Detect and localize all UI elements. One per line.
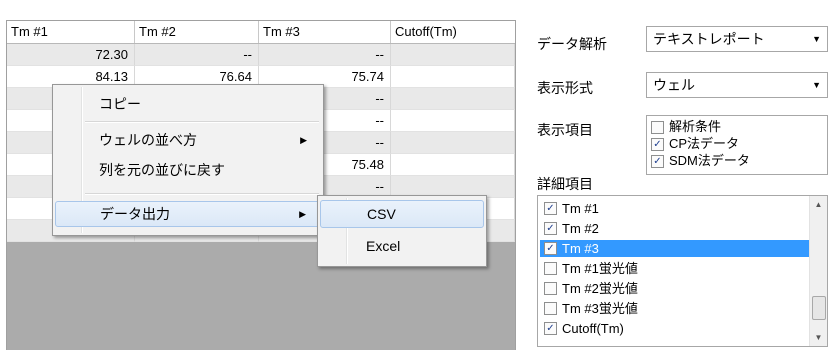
menu-item-label: コピー	[99, 96, 141, 112]
grid-empty-area	[7, 264, 515, 350]
table-row[interactable]: 72.30 -- --	[7, 44, 515, 66]
unchecked-box-icon[interactable]	[544, 282, 557, 295]
checkbox-label: CP法データ	[669, 136, 740, 151]
cell	[391, 88, 515, 110]
menu-item-label: ウェルの並べ方	[99, 132, 197, 148]
grid-header: Tm #1 Tm #2 Tm #3 Cutoff(Tm)	[7, 21, 515, 44]
format-value: ウェル	[653, 77, 695, 93]
cell: --	[135, 44, 259, 66]
list-item-label: Tm #1	[562, 201, 599, 216]
menu-item-reset-columns[interactable]: 列を元の並びに戻す	[55, 157, 321, 183]
list-item[interactable]: Tm #1蛍光値	[540, 260, 809, 277]
cell	[391, 66, 515, 88]
menu-separator	[85, 121, 319, 123]
format-dropdown[interactable]: ウェル ▼	[646, 72, 828, 98]
list-item-label: Cutoff(Tm)	[562, 321, 624, 336]
cell	[391, 44, 515, 66]
detail-items-list[interactable]: ✓ Tm #1 ✓ Tm #2 ✓ Tm #3 Tm #1蛍光値 Tm #2蛍光…	[537, 195, 828, 347]
vertical-scrollbar[interactable]: ▲ ▼	[809, 196, 827, 346]
list-item-label: Tm #2	[562, 221, 599, 236]
display-items-group: 解析条件 ✓ CP法データ ✓ SDM法データ	[646, 115, 828, 175]
menu-item-csv[interactable]: CSV	[320, 200, 484, 228]
checkmark-icon[interactable]: ✓	[544, 222, 557, 235]
checkbox-label: SDM法データ	[669, 153, 750, 168]
checkbox-analysis-conditions[interactable]: 解析条件	[651, 119, 721, 135]
checkmark-icon[interactable]: ✓	[544, 322, 557, 335]
checkbox-sdm-data[interactable]: ✓ SDM法データ	[651, 153, 750, 169]
column-header-tm1[interactable]: Tm #1	[7, 21, 135, 43]
list-item[interactable]: Tm #3蛍光値	[540, 300, 809, 317]
checkbox-label: 解析条件	[669, 119, 722, 134]
column-header-tm2[interactable]: Tm #2	[135, 21, 259, 43]
checkbox-cp-data[interactable]: ✓ CP法データ	[651, 136, 739, 152]
menu-item-label: 列を元の並びに戻す	[99, 162, 225, 178]
checkmark-icon[interactable]: ✓	[544, 242, 557, 255]
column-header-cutoff[interactable]: Cutoff(Tm)	[391, 21, 515, 43]
checkmark-icon: ✓	[651, 155, 664, 168]
cell: 72.30	[7, 44, 135, 66]
display-items-label: 表示項目	[537, 122, 593, 138]
scroll-up-icon[interactable]: ▲	[810, 196, 827, 213]
list-item-label: Tm #2蛍光値	[562, 281, 638, 296]
scroll-down-icon[interactable]: ▼	[810, 329, 827, 346]
format-label: 表示形式	[537, 80, 593, 96]
list-item[interactable]: Tm #2蛍光値	[540, 280, 809, 297]
unchecked-box-icon	[651, 121, 664, 134]
list-item-selected[interactable]: ✓ Tm #3	[540, 240, 809, 257]
list-item[interactable]: ✓ Cutoff(Tm)	[540, 320, 809, 337]
detail-items-label: 詳細項目	[537, 176, 593, 192]
list-item-label: Tm #1蛍光値	[562, 261, 638, 276]
unchecked-box-icon[interactable]	[544, 302, 557, 315]
menu-item-label: データ出力	[100, 206, 170, 222]
list-item[interactable]: ✓ Tm #1	[540, 200, 809, 217]
menu-item-copy[interactable]: コピー	[55, 91, 321, 117]
submenu-arrow-icon: ▶	[300, 135, 307, 145]
dropdown-arrow-icon: ▼	[812, 80, 821, 90]
analysis-label: データ解析	[537, 36, 607, 52]
unchecked-box-icon[interactable]	[544, 262, 557, 275]
list-item[interactable]: ✓ Tm #2	[540, 220, 809, 237]
cell	[391, 154, 515, 176]
context-menu: コピー ウェルの並べ方 ▶ 列を元の並びに戻す データ出力 ▶	[52, 84, 324, 236]
checkmark-icon: ✓	[651, 138, 664, 151]
scrollbar-thumb[interactable]	[812, 296, 826, 320]
cell	[391, 110, 515, 132]
menu-separator	[85, 193, 319, 195]
list-item-label: Tm #3蛍光値	[562, 301, 638, 316]
column-header-tm3[interactable]: Tm #3	[259, 21, 391, 43]
list-item-label: Tm #3	[562, 241, 599, 256]
analysis-value: テキストレポート	[653, 31, 765, 47]
analysis-dropdown[interactable]: テキストレポート ▼	[646, 26, 828, 52]
menu-item-well-order[interactable]: ウェルの並べ方 ▶	[55, 127, 321, 153]
cell	[391, 132, 515, 154]
menu-item-excel[interactable]: Excel	[320, 232, 484, 260]
submenu-arrow-icon: ▶	[299, 209, 306, 219]
checkmark-icon[interactable]: ✓	[544, 202, 557, 215]
menu-item-data-export[interactable]: データ出力 ▶	[55, 201, 321, 227]
cell: --	[259, 44, 391, 66]
dropdown-arrow-icon: ▼	[812, 34, 821, 44]
export-submenu: CSV Excel	[317, 195, 487, 267]
